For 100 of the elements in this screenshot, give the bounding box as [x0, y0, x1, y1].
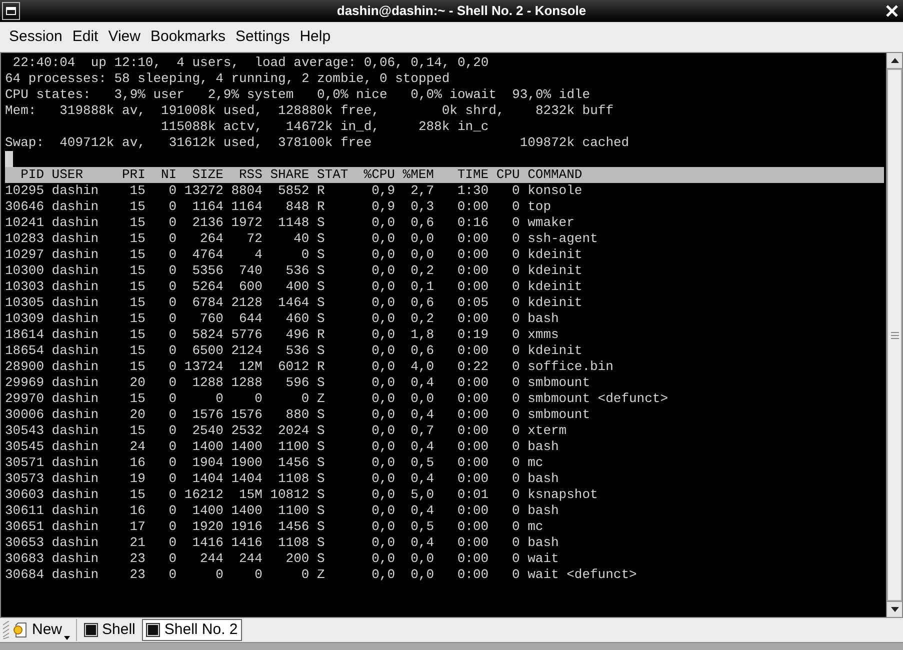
table-cell-text: dashin — [50, 487, 100, 503]
table-cell-text: kdeinit — [526, 295, 582, 311]
table-cell: 30543 — [5, 423, 44, 439]
table-cell-text: dashin — [50, 359, 100, 375]
table-cell: 10283 — [5, 231, 44, 247]
table-cell-text: 16 — [128, 503, 146, 519]
menu-item[interactable]: Settings — [230, 26, 295, 48]
table-cell-text: dashin — [50, 503, 100, 519]
table-cell-text: Z — [316, 567, 326, 583]
menu-item[interactable]: Session — [4, 26, 68, 48]
table-cell-text: 244 — [199, 551, 224, 567]
menu-item[interactable]: Edit — [67, 26, 104, 48]
table-cell-text: 0 — [168, 231, 177, 247]
column-header: PID — [20, 167, 44, 183]
table-cell-text: wait — [526, 551, 559, 567]
table-cell-text: 0:00 — [456, 471, 489, 487]
table-cell-text: 0 — [168, 327, 177, 343]
table-cell-text: R — [316, 359, 326, 375]
table-cell-text: 0 — [168, 359, 177, 375]
menu-item[interactable]: Bookmarks — [145, 26, 231, 48]
table-cell: 29969 — [5, 375, 44, 391]
table-cell-text: 0:00 — [456, 407, 489, 423]
dropdown-arrow-icon — [64, 636, 70, 640]
table-cell-text: 0:00 — [456, 231, 489, 247]
table-cell-text: ksnapshot — [526, 487, 598, 503]
table-cell-text: 0:22 — [456, 359, 489, 375]
table-cell: 30603 — [5, 487, 44, 503]
table-cell-text: 0 — [168, 535, 177, 551]
table-cell-text: 0:16 — [456, 215, 489, 231]
table-cell-text: R — [316, 327, 326, 343]
table-cell-text: 16212 — [183, 487, 224, 503]
table-cell-text: 15 — [128, 487, 146, 503]
menu-item[interactable]: View — [103, 26, 146, 48]
table-cell-text: wmaker — [526, 215, 574, 231]
table-cell-text: 0,0 — [370, 231, 395, 247]
table-cell-text: S — [316, 503, 326, 519]
table-cell-text: 0 — [168, 247, 177, 263]
scroll-down-icon[interactable] — [887, 601, 902, 617]
table-cell-text: S — [316, 263, 326, 279]
table-cell-text: 2124 — [230, 343, 262, 359]
session-tab[interactable]: Shell No. 2 — [142, 619, 242, 641]
table-cell: 30573 — [5, 471, 44, 487]
table-cell-text: kdeinit — [526, 279, 582, 295]
table-cell-text: 0 — [510, 311, 520, 327]
table-cell-text: 20 — [128, 375, 146, 391]
table-cell-text: 1164 — [191, 199, 224, 215]
table-cell-text: 0,0 — [370, 407, 395, 423]
table-cell-text: 1464 — [276, 295, 310, 311]
table-cell-text: 5356 — [191, 263, 224, 279]
table-cell-text: 8804 — [230, 183, 262, 199]
table-cell-text: 0:01 — [456, 487, 489, 503]
table-cell-text: 15 — [128, 231, 146, 247]
table-cell-text: 0,0 — [370, 471, 395, 487]
column-header: TIME — [456, 167, 489, 183]
table-cell-text: 0,0 — [370, 343, 395, 359]
table-cell-text: 596 — [284, 375, 310, 391]
column-header: COMMAND — [526, 167, 582, 183]
cursor — [5, 151, 13, 167]
table-cell: 29970 — [5, 391, 44, 407]
table-cell-text: dashin — [50, 263, 100, 279]
table-cell-text: 1904 — [191, 455, 224, 471]
column-header: RSS — [238, 167, 262, 183]
table-cell-text: 4764 — [191, 247, 224, 263]
table-cell-text: 0 — [510, 279, 520, 295]
table-cell-text: 1400 — [191, 503, 224, 519]
table-cell-text: dashin — [50, 519, 100, 535]
table-cell-text: 13724 — [183, 359, 224, 375]
table-cell-text: kdeinit — [526, 263, 582, 279]
table-cell: 10309 — [5, 311, 44, 327]
table-cell-text: S — [316, 407, 326, 423]
table-cell-text: 0,0 — [370, 567, 395, 583]
table-cell-text: 1416 — [230, 535, 262, 551]
new-session-button[interactable]: New — [12, 619, 78, 641]
table-cell-text: 0,0 — [370, 503, 395, 519]
table-cell-text: 1:30 — [456, 183, 489, 199]
window-menu-icon[interactable] — [2, 2, 20, 20]
table-cell-text: 1100 — [276, 503, 310, 519]
table-cell-text: S — [316, 343, 326, 359]
table-cell-text: 0,0 — [410, 231, 434, 247]
table-cell-text: bash — [526, 471, 559, 487]
table-cell-text: 1916 — [230, 519, 262, 535]
table-cell-text: 0,4 — [410, 407, 434, 423]
table-cell-text: 1456 — [276, 519, 310, 535]
table-cell-text: 0 — [510, 359, 520, 375]
table-cell-text: 0 — [510, 231, 520, 247]
scroll-up-icon[interactable] — [887, 53, 902, 69]
menu-item[interactable]: Help — [294, 26, 336, 48]
session-tab[interactable]: Shell — [80, 619, 140, 641]
table-cell-text: 0 — [168, 439, 177, 455]
table-cell-text: 1576 — [191, 407, 224, 423]
table-cell-text: 1576 — [230, 407, 262, 423]
window-title: dashin@dashin:~ - Shell No. 2 - Konsole — [336, 2, 588, 20]
table-cell-text: 0,4 — [410, 535, 434, 551]
table-cell-text: 0 — [510, 535, 520, 551]
table-cell-text: 0,0 — [410, 391, 434, 407]
table-cell-text: S — [316, 231, 326, 247]
table-cell-text: xmms — [526, 327, 559, 343]
table-cell-text: 0 — [168, 183, 177, 199]
table-cell-text: S — [316, 215, 326, 231]
table-cell-text: 0,7 — [410, 423, 434, 439]
